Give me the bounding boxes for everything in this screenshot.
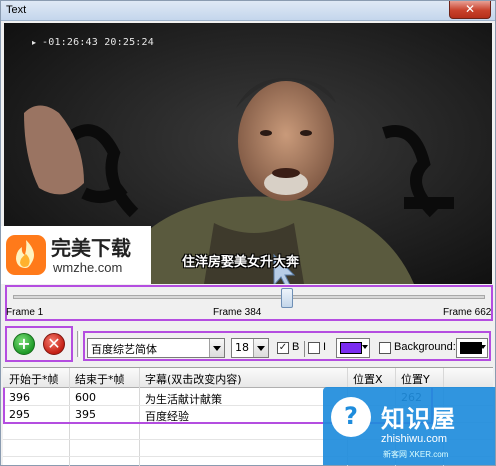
font-size-select[interactable]: 18 — [231, 338, 269, 358]
text-color-swatch — [340, 342, 362, 354]
background-checkbox[interactable] — [379, 342, 391, 354]
background-color-swatch — [460, 342, 482, 354]
delete-subtitle-button[interactable]: ✕ — [43, 333, 65, 355]
window-title: Text — [6, 4, 27, 16]
chevron-down-icon — [480, 345, 486, 349]
add-subtitle-button[interactable]: + — [13, 333, 35, 355]
frame-slider-thumb[interactable] — [280, 288, 293, 308]
chevron-down-icon — [209, 339, 224, 357]
subtitle-preview: 住洋房娶美女升大奔 — [182, 255, 300, 270]
slider-current-label: Frame 384 — [213, 307, 262, 318]
column-header-text[interactable]: 字幕(双击改变内容) — [145, 371, 242, 387]
frame-slider-track[interactable] — [13, 295, 485, 299]
delete-icon: ✕ — [47, 334, 61, 353]
watermark-zhishiwu: ? 知识屋 zhishiwu.com 新客网 XKER.com — [323, 387, 495, 465]
italic-checkbox[interactable] — [308, 342, 320, 354]
bold-label: B — [292, 341, 300, 353]
watermark-title: 完美下载 — [51, 236, 131, 260]
close-button[interactable]: ✕ — [449, 1, 491, 19]
close-icon: ✕ — [464, 2, 476, 16]
watermark-url: zhishiwu.com — [381, 433, 448, 445]
text-color-picker[interactable] — [336, 338, 370, 358]
text-window: Text ✕ ▸ -01:26:43 20:25:24 住洋房娶美女升大奔 完美… — [0, 0, 496, 466]
watermark-subtext: 新客网 XKER.com — [383, 450, 449, 459]
slider-end-label: Frame 662 — [443, 307, 492, 318]
question-badge-icon: ? — [331, 397, 371, 437]
font-size-value: 18 — [235, 341, 249, 354]
timecode-overlay: -01:26:43 20:25:24 — [42, 37, 154, 48]
timecode-marker-icon: ▸ — [32, 38, 37, 47]
chevron-down-icon — [362, 345, 368, 349]
title-bar: Text ✕ — [1, 1, 495, 21]
italic-label: I — [323, 341, 327, 353]
table-header: 开始于*帧 结束于*帧 字幕(双击改变内容) 位置X 位置Y — [3, 368, 493, 388]
font-family-select[interactable]: 百度综艺简体 — [87, 338, 225, 358]
font-family-value: 百度综艺简体 — [91, 343, 157, 356]
slider-start-label: Frame 1 — [6, 307, 44, 318]
column-header-x[interactable]: 位置X — [353, 371, 383, 387]
bold-checkbox[interactable]: ✓ — [277, 342, 289, 354]
column-header-start[interactable]: 开始于*帧 — [9, 371, 59, 387]
watermark-url: wmzhe.com — [53, 260, 123, 275]
toolbar-separator — [77, 331, 80, 357]
background-label: Background: — [394, 341, 456, 353]
watermark-wmzhe: 完美下载 wmzhe.com — [1, 226, 151, 284]
plus-icon: + — [17, 334, 31, 353]
chevron-down-icon — [253, 339, 268, 357]
toolbar-divider — [304, 341, 305, 357]
question-mark-glyph: ? — [344, 402, 358, 430]
column-header-end[interactable]: 结束于*帧 — [75, 371, 125, 387]
background-color-picker[interactable] — [456, 338, 488, 358]
subtitle-action-group: + ✕ — [5, 326, 73, 362]
column-header-y[interactable]: 位置Y — [401, 371, 430, 387]
watermark-title: 知识屋 — [381, 405, 456, 433]
flame-logo-icon — [6, 235, 46, 275]
